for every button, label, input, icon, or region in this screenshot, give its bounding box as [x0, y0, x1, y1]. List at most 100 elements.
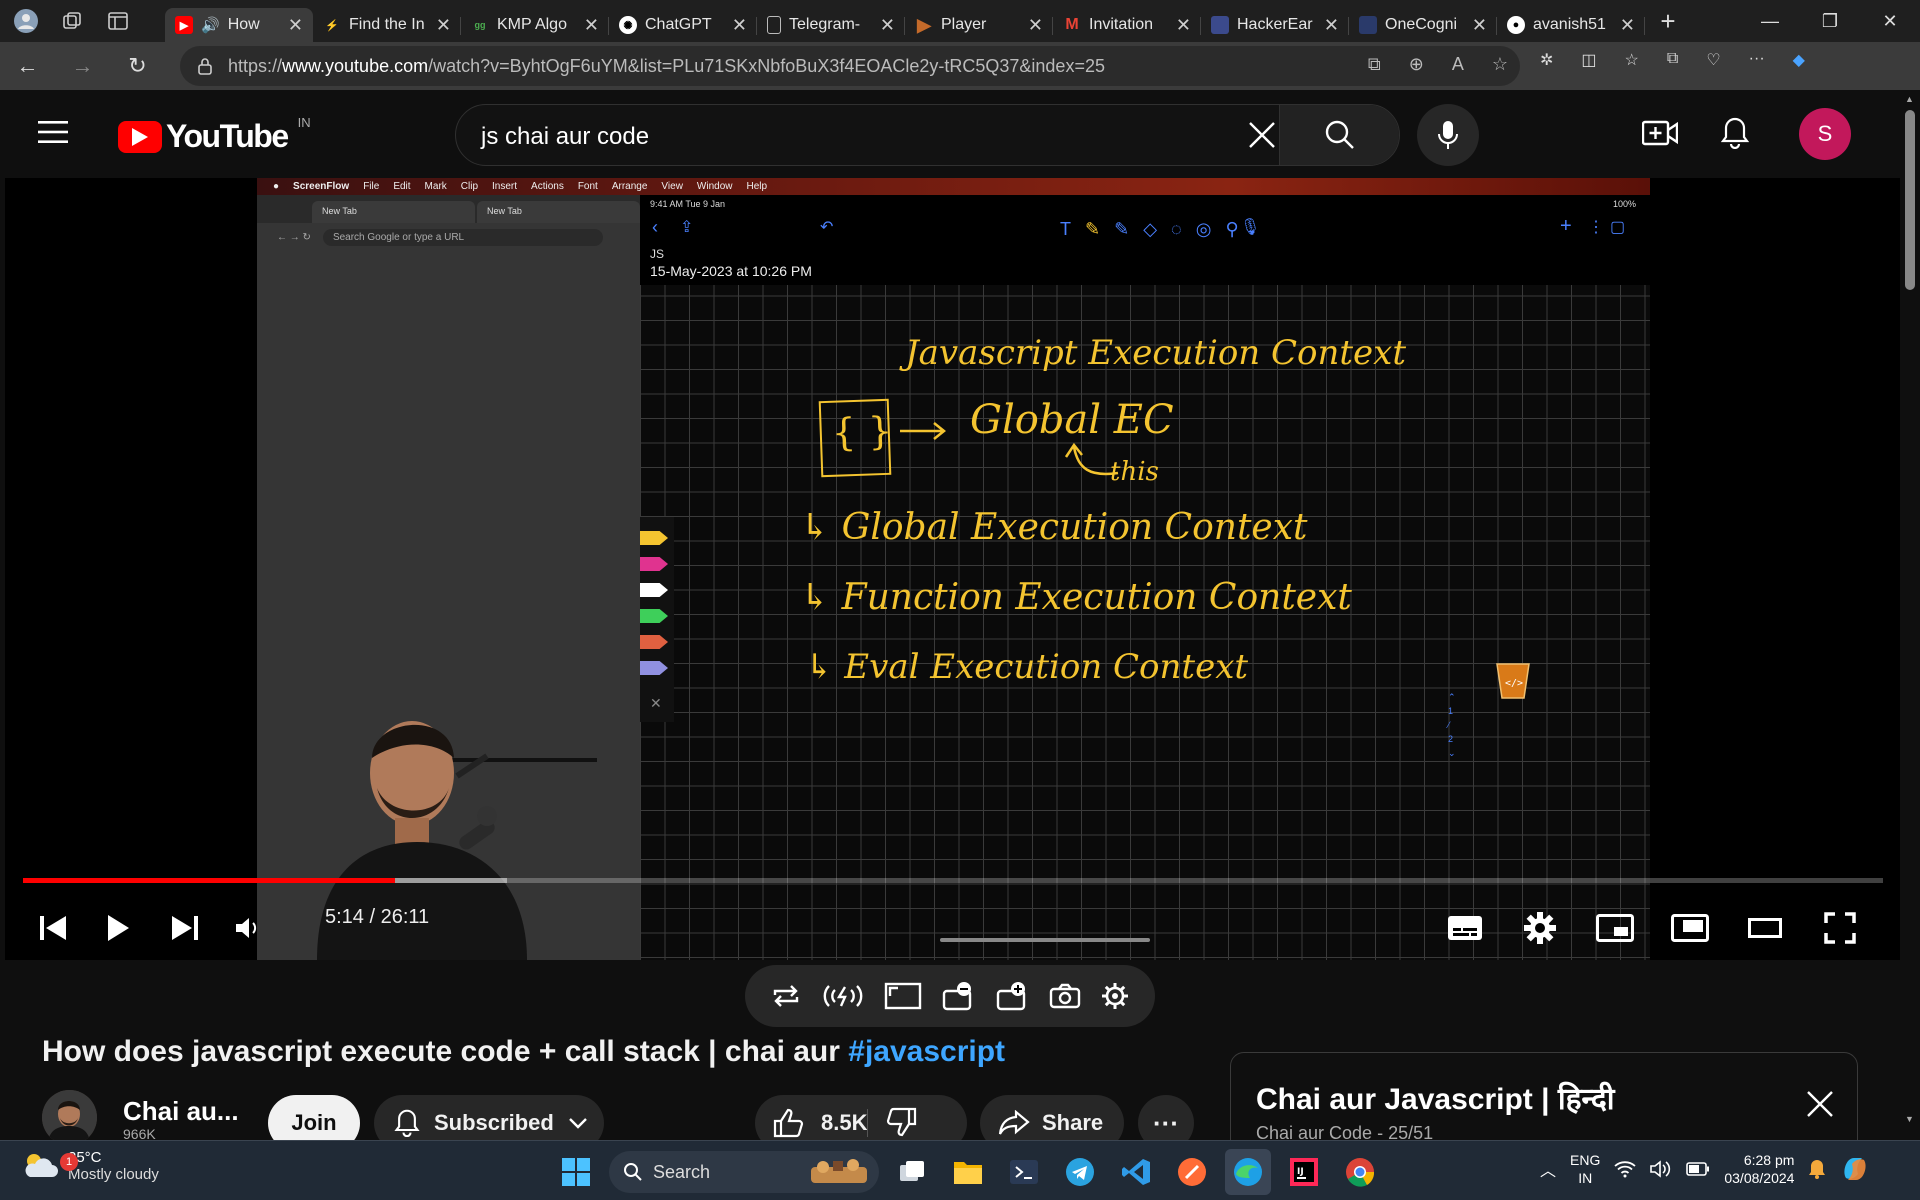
audio-mode-icon[interactable] [821, 983, 865, 1009]
search-button[interactable] [1279, 105, 1399, 165]
dislike-button[interactable] [885, 1107, 917, 1137]
copilot-icon[interactable]: ◆ [1793, 50, 1805, 70]
task-view-icon[interactable] [889, 1149, 935, 1195]
close-tab-icon[interactable]: ✕ [1472, 15, 1487, 36]
close-tab-icon[interactable]: ✕ [1176, 15, 1191, 36]
split-screen-icon[interactable]: ◫ [1581, 50, 1596, 70]
browser-tab[interactable]: HackerEar ✕ [1201, 8, 1349, 42]
vscode-icon[interactable] [1113, 1149, 1159, 1195]
miniplayer-icon[interactable] [1595, 898, 1635, 958]
progress-bar[interactable] [23, 878, 1883, 883]
more-menu-icon[interactable]: ··· [1749, 50, 1765, 70]
browser-tab-youtube[interactable]: ▶ 🔊 How ✕ [165, 8, 313, 42]
back-arrow-icon[interactable]: ← [0, 53, 55, 79]
taskbar-clock[interactable]: 6:28 pm 03/08/2024 [1724, 1151, 1794, 1187]
browser-tab[interactable]: ▶ Player ✕ [905, 8, 1053, 42]
play-button[interactable] [100, 898, 136, 958]
wifi-icon[interactable] [1614, 1160, 1636, 1178]
browser-tab[interactable]: Telegram- ✕ [757, 8, 905, 42]
create-video-icon[interactable] [1635, 108, 1685, 158]
weather-widget[interactable]: 1 25°C Mostly cloudy [22, 1149, 159, 1183]
edge-browser-icon[interactable] [1225, 1149, 1271, 1195]
open-in-app-icon[interactable]: ⧉ [1368, 54, 1381, 75]
intellij-icon[interactable]: IJ [1281, 1149, 1327, 1195]
volume-icon[interactable] [230, 898, 266, 958]
refresh-icon[interactable]: ↻ [110, 53, 165, 79]
clear-search-icon[interactable] [1246, 119, 1278, 151]
browser-tab[interactable]: ⚡ Find the In ✕ [313, 8, 461, 42]
close-playlist-icon[interactable] [1805, 1089, 1835, 1119]
collections-icon[interactable]: ⧉ [1667, 50, 1678, 70]
speaker-icon[interactable]: 🔊 [201, 16, 220, 34]
browser-tab[interactable]: OneCogni ✕ [1349, 8, 1497, 42]
close-tab-icon[interactable]: ✕ [584, 15, 599, 36]
minimize-icon[interactable]: — [1740, 0, 1800, 42]
close-tab-icon[interactable]: ✕ [1324, 15, 1339, 36]
close-tab-icon[interactable]: ✕ [436, 15, 451, 36]
aspect-ratio-icon[interactable] [884, 982, 922, 1010]
notification-bell-icon[interactable] [1808, 1159, 1826, 1179]
new-tab-button[interactable]: + [1645, 6, 1691, 37]
playlist-title[interactable]: Chai aur Javascript | हिन्दी [1256, 1077, 1615, 1118]
channel-name[interactable]: Chai au... [123, 1096, 239, 1127]
read-aloud-icon[interactable]: A [1452, 54, 1464, 75]
favorite-star-icon[interactable]: ☆ [1492, 54, 1508, 75]
close-tab-icon[interactable]: ✕ [1620, 15, 1635, 36]
lock-icon[interactable] [198, 57, 212, 75]
telegram-icon[interactable] [1057, 1149, 1103, 1195]
browser-tab[interactable]: M Invitation ✕ [1053, 8, 1201, 42]
file-explorer-icon[interactable] [945, 1149, 991, 1195]
like-button[interactable] [773, 1108, 805, 1138]
cinema-filter-icon[interactable] [942, 981, 976, 1011]
chrome-icon[interactable] [1337, 1149, 1383, 1195]
loop-icon[interactable] [771, 983, 801, 1009]
scroll-down-icon[interactable]: ▼ [1905, 1114, 1914, 1124]
settings-gear-icon[interactable] [1520, 898, 1560, 958]
voice-search-button[interactable] [1417, 104, 1479, 166]
scroll-up-icon[interactable]: ▲ [1905, 94, 1914, 104]
channel-avatar[interactable] [42, 1090, 97, 1145]
scrollbar-thumb[interactable] [1905, 110, 1915, 290]
forward-arrow-icon[interactable]: → [55, 53, 110, 79]
vertical-tabs-icon[interactable] [102, 5, 134, 37]
language-indicator[interactable]: ENG IN [1570, 1151, 1600, 1187]
copilot-taskbar-icon[interactable] [1840, 1154, 1870, 1184]
search-input[interactable]: js chai aur code [481, 123, 649, 151]
close-tab-icon[interactable]: ✕ [288, 15, 303, 36]
previous-video-icon[interactable] [35, 898, 71, 958]
tray-overflow-chevron-icon[interactable]: ︿ [1540, 1157, 1556, 1181]
favorites-icon[interactable]: ☆ [1625, 50, 1639, 70]
page-scrollbar[interactable]: ▲ ▼ [1900, 90, 1920, 1140]
close-window-icon[interactable]: ✕ [1860, 0, 1920, 42]
menu-hamburger-icon[interactable] [38, 120, 68, 144]
account-avatar[interactable]: S [1799, 108, 1851, 160]
theater-mode-icon[interactable] [1745, 898, 1785, 958]
taskbar-search[interactable]: Search [609, 1151, 879, 1193]
windows-start-icon[interactable] [553, 1149, 599, 1195]
terminal-icon[interactable] [1001, 1149, 1047, 1195]
browser-tab[interactable]: gg KMP Algo ✕ [461, 8, 609, 42]
browser-tab[interactable]: ● avanish51 ✕ [1497, 8, 1645, 42]
extensions-icon[interactable]: ✲ [1540, 50, 1553, 70]
profile-icon[interactable] [10, 5, 42, 37]
search-box[interactable]: js chai aur code [455, 104, 1400, 166]
youtube-logo[interactable]: YouTube IN [118, 115, 311, 155]
theater-mode-pip-icon[interactable] [1670, 898, 1710, 958]
zoom-icon[interactable]: ⊕ [1409, 54, 1424, 75]
browser-essentials-icon[interactable]: ♡ [1706, 50, 1720, 70]
close-tab-icon[interactable]: ✕ [732, 15, 747, 36]
subtitles-icon[interactable] [1445, 898, 1485, 958]
hashtag-link[interactable]: #javascript [848, 1035, 1005, 1068]
postman-icon[interactable] [1169, 1149, 1215, 1195]
next-video-icon[interactable] [167, 898, 203, 958]
workspaces-icon[interactable] [56, 5, 88, 37]
speaker-volume-icon[interactable] [1650, 1160, 1672, 1178]
browser-tab[interactable]: ✺ ChatGPT ✕ [609, 8, 757, 42]
extension-settings-icon[interactable] [1101, 982, 1129, 1010]
restore-icon[interactable]: ❐ [1800, 0, 1860, 42]
battery-icon[interactable] [1686, 1162, 1710, 1176]
notifications-bell-icon[interactable] [1710, 108, 1760, 158]
fullscreen-icon[interactable] [1820, 898, 1860, 958]
video-player[interactable]: ● ScreenFlow File Edit Mark Clip Insert … [5, 178, 1900, 960]
screenshot-camera-icon[interactable] [1049, 983, 1081, 1009]
